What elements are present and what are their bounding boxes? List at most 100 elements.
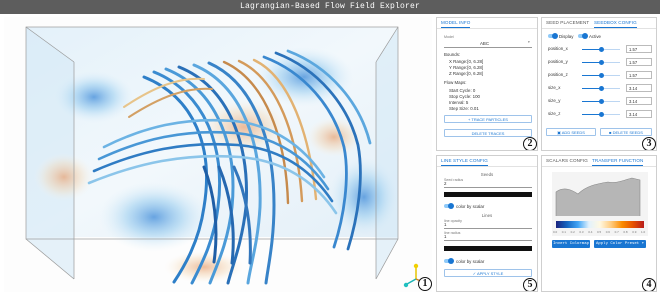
active-toggle[interactable] [578,33,588,39]
flow-maps-title: Flow Maps: [444,80,467,85]
seed-color-swatch[interactable] [444,192,532,197]
colormap-tick-label: 0.6 [605,230,610,234]
flow-render[interactable] [4,17,432,292]
scalars-badge: 4 [642,278,656,291]
colormap-tick-label: 0.5 [597,230,602,234]
flow-interval: Interval: 5 [449,100,469,105]
line-opacity-input[interactable]: 1 [444,222,532,229]
tab-model-info[interactable]: MODEL INFO [441,20,471,28]
line-radius-value: 1 [444,234,447,239]
seed-radius-input[interactable]: 2 [444,181,532,188]
seedbox-row-label: position_z [548,72,568,77]
active-label: Active [589,34,601,39]
seedbox-value-input[interactable]: 3.14 [626,84,652,92]
bounds-title: Bounds: [444,52,461,57]
scalars-tabs: SCALARS CONFIG TRANSFER FUNCTION [542,156,656,167]
invert-colormap-button[interactable]: Invert Colormap [552,240,590,248]
bounds-y: Y Range:[0, 6.28] [449,65,484,70]
colormap-tick-label: 0.8 [623,230,628,234]
flow-start-cycle: Start Cycle: 0 [449,88,476,93]
tab-scalars-config[interactable]: SCALARS CONFIG [546,158,588,163]
seed-placement-panel: SEED PLACEMENT SEEDBOX CONFIG Display Ac… [541,17,657,151]
seedbox-slider-handle[interactable] [598,47,604,53]
tab-seedbox-config[interactable]: SEEDBOX CONFIG [594,20,637,28]
line-style-tabs: LINE STYLE CONFIG [437,156,537,167]
line-radius-input[interactable]: 1 [444,234,532,241]
apply-color-preset-button[interactable]: Apply Color Preset ▾ [594,240,646,248]
bounds-x: X Range:[0, 6.28] [449,59,484,64]
app-title: Lagrangian-Based Flow Field Explorer [0,0,660,14]
lines-section-title: Lines [481,213,493,218]
tab-seed-placement[interactable]: SEED PLACEMENT [546,20,589,25]
seed-color-label: color by scalar [456,204,485,209]
seedbox-value-input[interactable]: 1.57 [626,71,652,79]
seedbox-row-label: size_y [548,98,561,103]
seedbox-row: position_z 1.57 [542,71,656,81]
seedbox-slider[interactable] [582,112,620,118]
scalars-panel: SCALARS CONFIG TRANSFER FUNCTION 0.0 0.1 0… [541,155,657,292]
left-slice [26,27,74,279]
model-select-value: ABC [480,41,490,46]
colormap-bar[interactable] [556,221,644,228]
seeds-section-title: Seeds [480,172,494,177]
seed-radius-value: 2 [444,181,447,186]
flow-step-size: Step Size: 0.01 [449,106,479,111]
right-slice [376,27,398,279]
colormap-tick-label: 1.0 [641,230,646,234]
seedbox-row: position_x 1.57 [542,45,656,55]
seedbox-value-input[interactable]: 3.14 [626,97,652,105]
seedbox-slider-handle[interactable] [598,60,604,66]
seedbox-slider-handle[interactable] [598,112,604,118]
seedbox-row: size_x 3.14 [542,84,656,94]
model-info-tabs: MODEL INFO [437,18,537,29]
flow-viewport[interactable] [4,17,432,292]
seedbox-slider[interactable] [582,47,620,53]
seedbox-slider[interactable] [582,73,620,79]
seed-color-toggle[interactable] [444,203,454,209]
delete-traces-button[interactable]: DELETE TRACES [444,129,532,137]
line-style-panel: LINE STYLE CONFIG Seeds Seed radius 2 co… [436,155,538,292]
model-select[interactable]: ABC ▾ [444,40,532,48]
chevron-down-icon: ▾ [528,40,530,44]
colormap-tick-label: 0.2 [570,230,575,234]
tab-transfer-function[interactable]: TRANSFER FUNCTION [592,158,644,166]
display-toggle[interactable] [548,33,558,39]
colormap-tick-label: 0.7 [614,230,619,234]
seedbox-row: position_y 1.57 [542,58,656,68]
line-color-swatch[interactable] [444,246,532,251]
seedbox-slider-handle[interactable] [598,99,604,105]
line-color-toggle[interactable] [444,258,454,264]
apply-style-button[interactable]: ✓ APPLY STYLE [444,269,532,277]
colormap-tick-label: 0.9 [632,230,637,234]
delete-seeds-label: DELETE SEEDS [612,130,643,135]
tab-line-style-config[interactable]: LINE STYLE CONFIG [441,158,488,166]
model-info-panel: MODEL INFO Model ABC ▾ Bounds: X Range:[… [436,17,538,151]
trace-particles-button[interactable]: + TRACE PARTICLES [444,115,532,123]
colormap-tick-label: 0.4 [588,230,593,234]
colormap-tick-label: 0.1 [561,230,566,234]
colormap-tick-label: 0.3 [579,230,584,234]
seedbox-value-input[interactable]: 3.14 [626,110,652,118]
seedbox-row-label: position_x [548,46,568,51]
seedbox-value-input[interactable]: 1.57 [626,45,652,53]
colormap-ticks: 0.0 0.1 0.2 0.3 0.4 0.5 0.6 0.7 0.8 0.9 1.0 [553,230,646,234]
colormap-tick-label: 0.0 [553,230,558,234]
seedbox-row-label: position_y [548,59,568,64]
seedbox-slider[interactable] [582,99,620,105]
seed-tabs: SEED PLACEMENT SEEDBOX CONFIG [542,18,656,29]
line-style-badge: 5 [523,278,537,291]
delete-seeds-button[interactable]: ■ DELETE SEEDS [600,128,652,136]
model-select-label: Model [444,35,454,39]
seedbox-slider[interactable] [582,60,620,66]
flow-stop-cycle: Stop Cycle: 100 [449,94,480,99]
add-seeds-button[interactable]: ▣ ADD SEEDS [546,128,596,136]
line-opacity-value: 1 [444,222,447,227]
seedbox-value-input[interactable]: 1.57 [626,58,652,66]
display-label: Display [559,34,574,39]
line-color-label: color by scalar [456,259,485,264]
seedbox-slider-handle[interactable] [598,86,604,92]
seedbox-row-label: size_z [548,111,561,116]
seedbox-slider[interactable] [582,86,620,92]
seedbox-row: size_y 3.14 [542,97,656,107]
seedbox-slider-handle[interactable] [598,73,604,79]
